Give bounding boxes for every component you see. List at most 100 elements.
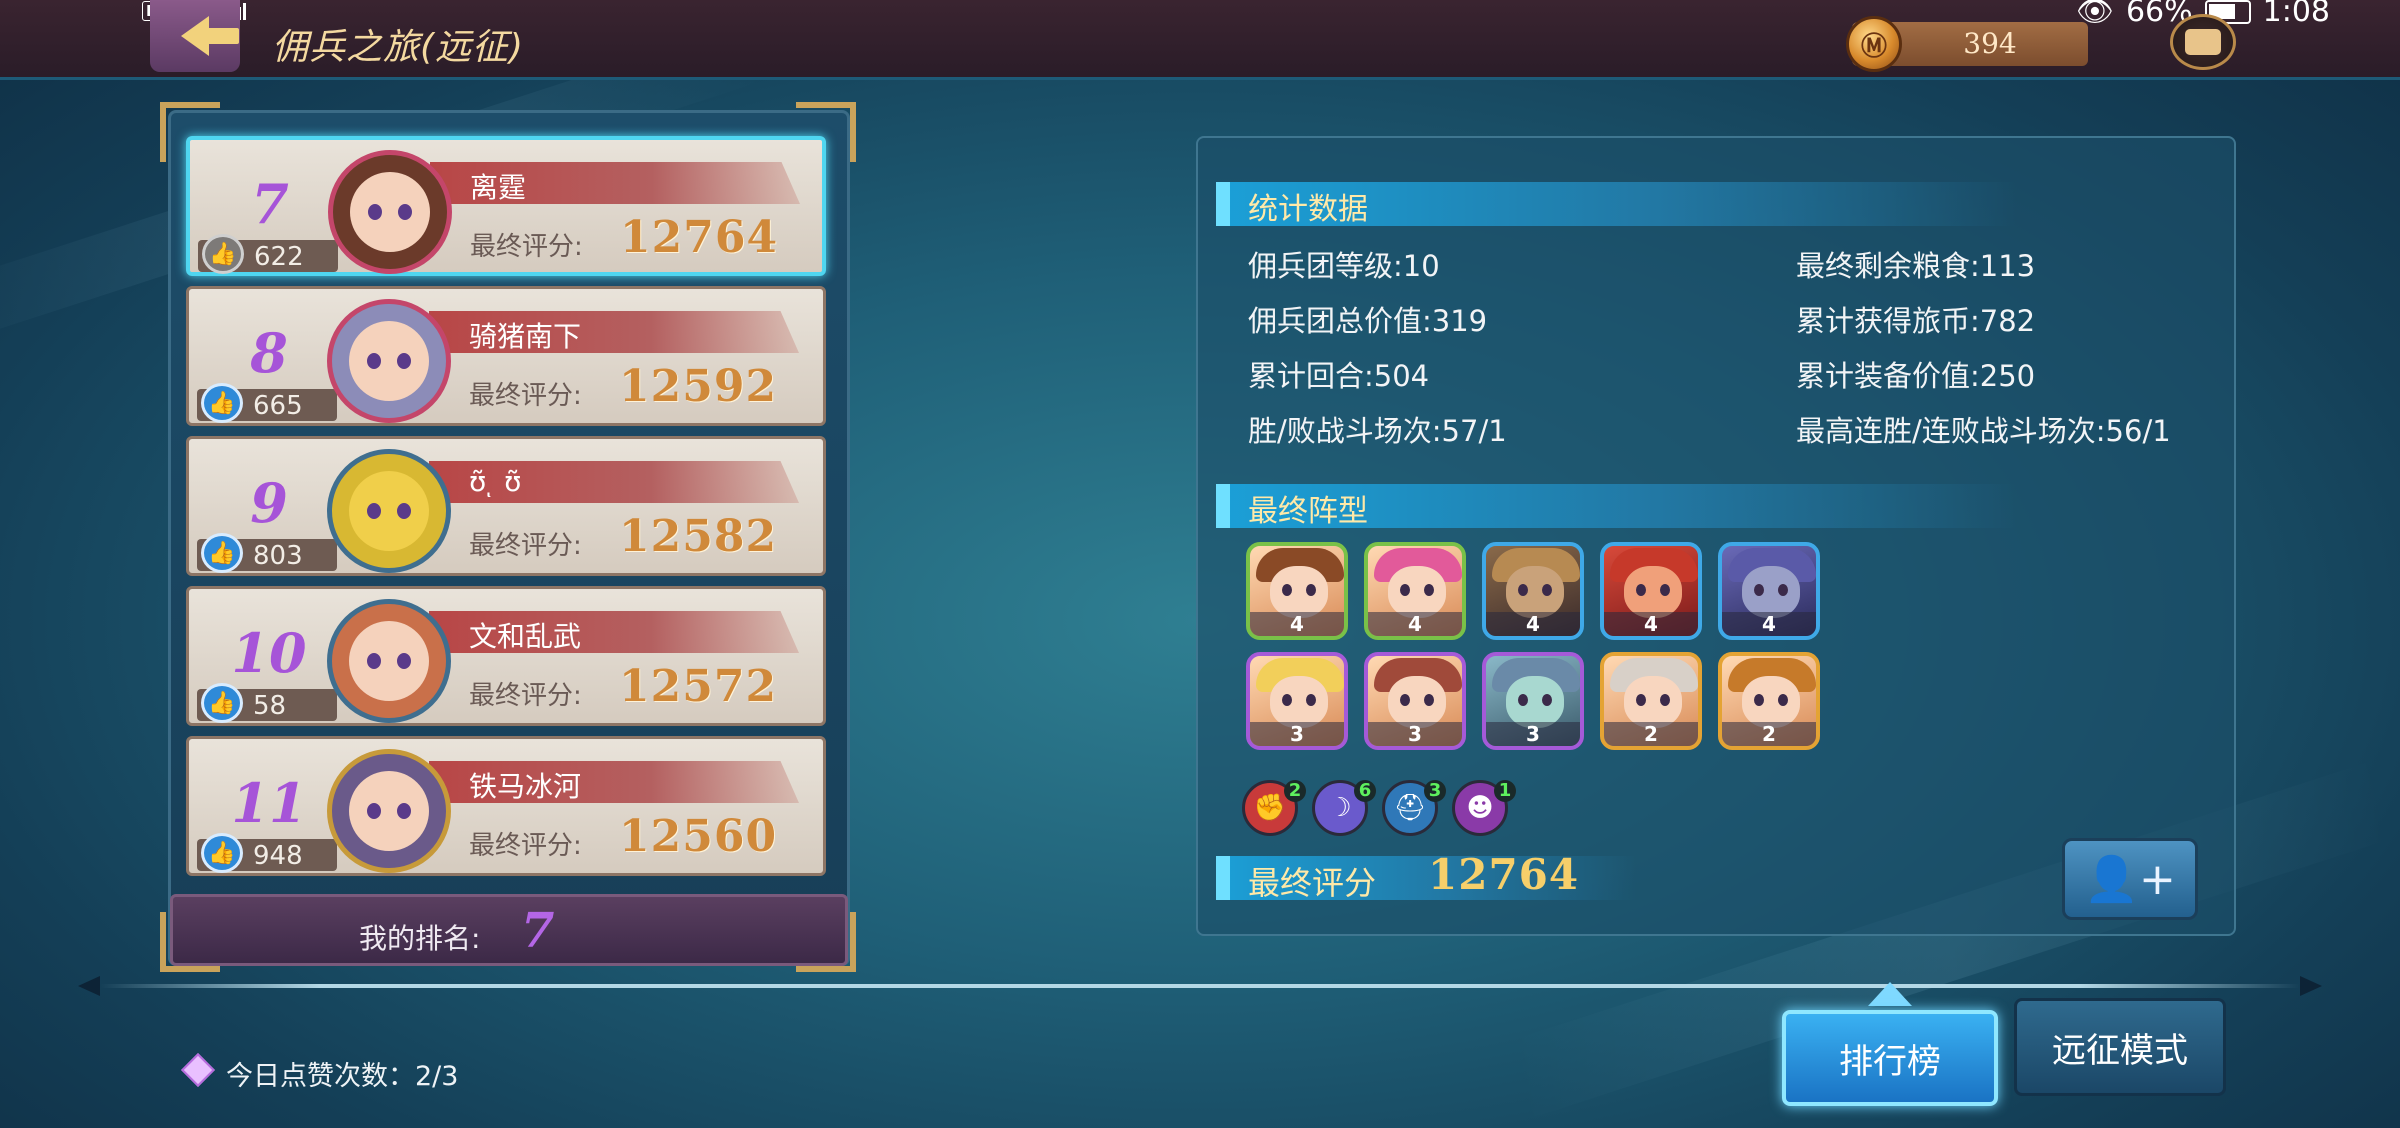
avatar[interactable] — [327, 599, 451, 723]
score-label: 最终评分: — [469, 381, 582, 411]
divider-tip — [78, 976, 100, 996]
like-count: 665 — [253, 391, 303, 421]
back-button[interactable] — [150, 0, 240, 72]
tab-expedition-mode[interactable]: 远征模式 — [2014, 998, 2226, 1096]
hero-star-level: 4 — [1722, 612, 1816, 636]
like-count: 622 — [254, 242, 304, 272]
rune-count: 6 — [1354, 780, 1376, 802]
score-label: 最终评分: — [469, 531, 582, 561]
ranking-row[interactable]: 7 👍 622 离霆 最终评分: 12764 — [186, 136, 826, 276]
stat-mercenary-level: 佣兵团等级:10 — [1248, 249, 1440, 283]
hero-star-level: 4 — [1250, 612, 1344, 636]
score-label: 最终评分: — [469, 831, 582, 861]
hero-portrait[interactable]: 3 — [1364, 652, 1466, 750]
hero-star-level: 4 — [1604, 612, 1698, 636]
ranking-row[interactable]: 10 👍 58 文和乱武 最终评分: 12572 — [186, 586, 826, 726]
add-friend-button[interactable]: 👤+ — [2062, 838, 2198, 920]
my-rank-value: 7 — [521, 903, 555, 959]
rune-count: 2 — [1284, 780, 1306, 802]
hero-portrait[interactable]: 4 — [1718, 542, 1820, 640]
stat-equipment-value: 累计装备价值:250 — [1796, 359, 2036, 393]
stat-travel-coins: 累计获得旅币:782 — [1796, 304, 2036, 338]
player-name: 离霆 — [470, 171, 527, 204]
like-count: 948 — [253, 841, 303, 871]
like-counter: 👍 803 — [197, 533, 337, 573]
player-name: ʊ̃ ͅ ʊ̃ — [469, 465, 522, 498]
like-counter: 👍 622 — [198, 234, 338, 274]
hero-star-level: 4 — [1368, 612, 1462, 636]
page-title: 佣兵之旅(远征) — [272, 27, 525, 68]
lineup-section-title: 最终阵型 — [1248, 494, 1368, 529]
back-arrow-icon — [181, 16, 239, 56]
ranking-row[interactable]: 9 👍 803 ʊ̃ ͅ ʊ̃ 最终评分: 12582 — [186, 436, 826, 576]
like-counter: 👍 58 — [197, 683, 337, 723]
score-label: 最终评分: — [470, 232, 583, 262]
stat-total-rounds: 累计回合:504 — [1248, 359, 1430, 393]
player-name: 骑猪南下 — [469, 320, 582, 353]
tab-indicator — [1868, 982, 1912, 1006]
player-name: 文和乱武 — [469, 620, 582, 653]
hero-star-level: 3 — [1486, 722, 1580, 746]
coin-value: 394 — [1963, 27, 2017, 60]
rune-count: 3 — [1424, 780, 1446, 802]
score-value: 12572 — [619, 661, 778, 712]
my-rank-bar: 我的排名: 7 — [170, 894, 848, 966]
score-value: 12582 — [619, 511, 778, 562]
stat-mercenary-value: 佣兵团总价值:319 — [1248, 304, 1488, 338]
hero-portrait[interactable]: 4 — [1482, 542, 1584, 640]
stats-section-title: 统计数据 — [1248, 192, 1368, 227]
stat-win-loss: 胜/败战斗场次:57/1 — [1248, 414, 1507, 448]
stat-streak: 最高连胜/连败战斗场次:56/1 — [1796, 414, 2171, 448]
diamond-icon — [181, 1053, 215, 1087]
like-count: 803 — [253, 541, 303, 571]
clock: 1:08 — [2262, 0, 2330, 29]
add-friend-icon: 👤+ — [2084, 854, 2176, 905]
tab-leaderboard[interactable]: 排行榜 — [1782, 1010, 1998, 1106]
stat-remaining-food: 最终剩余粮食:113 — [1796, 249, 2036, 283]
coin-icon: Ⓜ — [1846, 16, 1902, 72]
avatar[interactable] — [327, 749, 451, 873]
hero-star-level: 2 — [1604, 722, 1698, 746]
hero-portrait[interactable]: 3 — [1246, 652, 1348, 750]
rank-number: 11 — [231, 771, 307, 835]
final-score-value: 12764 — [1428, 850, 1580, 899]
score-value: 12592 — [619, 361, 778, 412]
rank-number: 10 — [231, 621, 307, 685]
thumbs-up-icon[interactable]: 👍 — [201, 383, 243, 423]
like-counter: 👍 665 — [197, 383, 337, 423]
thumbs-up-icon[interactable]: 👍 — [202, 234, 244, 274]
hero-portrait[interactable]: 4 — [1246, 542, 1348, 640]
my-rank-label: 我的排名: — [359, 922, 481, 955]
ranking-row[interactable]: 11 👍 948 铁马冰河 最终评分: 12560 — [186, 736, 826, 876]
score-label: 最终评分: — [469, 681, 582, 711]
rank-number: 9 — [250, 471, 288, 535]
avatar[interactable] — [327, 299, 451, 423]
thumbs-up-icon[interactable]: 👍 — [201, 533, 243, 573]
hero-star-level: 3 — [1250, 722, 1344, 746]
rank-number: 7 — [251, 172, 289, 236]
hero-star-level: 4 — [1486, 612, 1580, 636]
ranking-row[interactable]: 8 👍 665 骑猪南下 最终评分: 12592 — [186, 286, 826, 426]
like-count: 58 — [253, 691, 287, 721]
thumbs-up-icon[interactable]: 👍 — [201, 683, 243, 723]
hero-star-level: 3 — [1368, 722, 1462, 746]
thumbs-up-icon[interactable]: 👍 — [201, 833, 243, 873]
hero-portrait[interactable]: 2 — [1718, 652, 1820, 750]
avatar[interactable] — [327, 449, 451, 573]
avatar[interactable] — [328, 150, 452, 274]
hero-portrait[interactable]: 2 — [1600, 652, 1702, 750]
score-value: 12560 — [619, 811, 778, 862]
likes-today: 今日点赞次数：2/3 — [226, 1061, 459, 1092]
hero-portrait[interactable]: 3 — [1482, 652, 1584, 750]
hero-portrait[interactable]: 4 — [1600, 542, 1702, 640]
final-score-label: 最终评分 — [1248, 864, 1377, 902]
like-counter: 👍 948 — [197, 833, 337, 873]
divider-tip — [2300, 976, 2322, 996]
hero-portrait[interactable]: 4 — [1364, 542, 1466, 640]
score-value: 12764 — [620, 212, 779, 263]
player-name: 铁马冰河 — [469, 770, 582, 803]
chat-icon[interactable] — [2170, 14, 2236, 70]
rank-number: 8 — [250, 321, 288, 385]
rune-count: 1 — [1494, 780, 1516, 802]
divider — [100, 984, 2300, 988]
